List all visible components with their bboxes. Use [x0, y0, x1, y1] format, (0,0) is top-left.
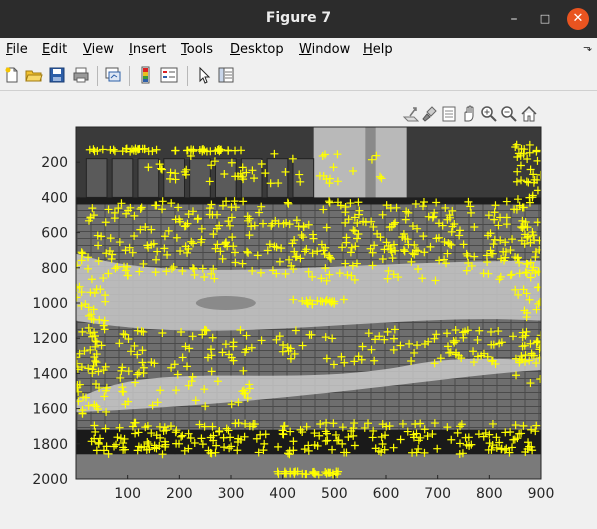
- facade-window: [292, 158, 315, 198]
- x-tick-label: 600: [373, 486, 400, 502]
- street-surface: [76, 454, 541, 479]
- facade-window: [215, 158, 237, 198]
- x-tick-label: 200: [166, 486, 193, 502]
- x-tick-label: 500: [321, 486, 348, 502]
- building-columns: [313, 127, 407, 201]
- x-tick-label: 300: [218, 486, 245, 502]
- x-tick-label: 900: [528, 486, 555, 502]
- axes-plot[interactable]: 100 200 300 400 500 600 700 800 900 200 400 600 800 1…: [0, 0, 597, 529]
- y-tick-label: 800: [41, 261, 68, 277]
- x-tick-label: 700: [424, 486, 451, 502]
- y-tick-label: 1600: [32, 402, 68, 418]
- painted-ellipse: [195, 296, 256, 310]
- facade-window: [85, 158, 108, 198]
- facade-window: [266, 158, 289, 198]
- y-tick-label: 2000: [32, 472, 68, 488]
- x-tick-label: 800: [476, 486, 503, 502]
- y-tick-label: 1800: [32, 437, 68, 453]
- column-shadow: [365, 127, 376, 201]
- x-tick-label: 100: [114, 486, 141, 502]
- facade-window: [189, 158, 211, 198]
- y-tick-label: 1400: [32, 366, 68, 382]
- y-tick-label: 600: [41, 226, 68, 242]
- y-tick-label: 1200: [32, 331, 68, 347]
- facade-window: [111, 158, 134, 198]
- y-tick-label: 400: [41, 190, 68, 206]
- facade-window: [163, 158, 185, 198]
- x-tick-label: 400: [269, 486, 296, 502]
- building-base: [76, 197, 541, 205]
- y-tick-label: 200: [41, 155, 68, 171]
- y-tick-label: 1000: [32, 296, 68, 312]
